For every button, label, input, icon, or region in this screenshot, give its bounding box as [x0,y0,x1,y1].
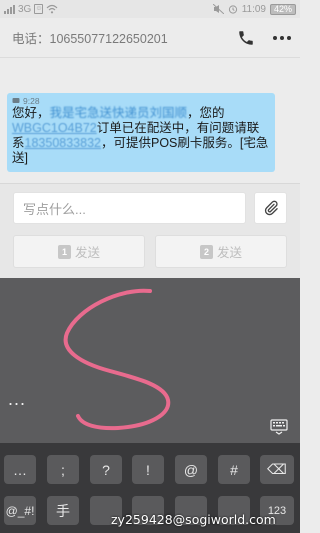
message-body: 您好，我是宅急送快递员刘国顺，您的WBGC1O4B72订单已在配送中，有问题请联… [12,106,270,166]
signal-icon [4,4,15,14]
keyboard-icon [270,419,288,435]
switch-keyboard-button[interactable] [270,419,288,440]
handwriting-pad[interactable]: ... [0,278,300,443]
key-ellipsis[interactable]: … [4,455,36,484]
more-options-button[interactable] [264,20,300,56]
message-text-part: 我是宅急送快递员刘国顺 [49,106,188,120]
message-bubble[interactable]: 9:28 您好，我是宅急送快递员刘国顺，您的WBGC1O4B72订单已在配送中，… [7,93,275,172]
status-bar: 3G ☺ 11:09 42% [0,0,300,18]
paperclip-icon [264,200,278,216]
battery-indicator: 42% [269,3,296,15]
composer: 写点什么... 1 发送 2 发送 [0,183,300,278]
clock: 11:09 [241,3,266,15]
message-time: 9:28 [23,95,40,106]
wifi-icon [46,4,58,14]
mute-icon [212,4,224,14]
key-backspace[interactable]: ⌫ [260,455,294,484]
conversation-header: 电话：10655077122650201 [0,18,300,58]
key-semicolon[interactable]: ; [47,455,79,484]
send-sim2-button[interactable]: 2 发送 [155,235,287,268]
key-at[interactable]: @ [175,455,207,484]
message-link[interactable]: WBGC1O4B72 [12,121,97,135]
watermark: zy259428@sogiworld.com [111,512,276,527]
input-placeholder: 写点什么... [23,201,86,217]
handwriting-stroke [63,288,171,431]
message-timestamp: 9:28 [12,95,270,106]
more-icon [273,35,291,40]
key-handwriting[interactable]: 手 [47,496,79,525]
key-symbols[interactable]: @_#! [4,496,36,525]
more-symbols-button[interactable]: ... [8,389,26,409]
message-text-part: 您好， [12,106,50,120]
message-list[interactable]: 9:28 您好，我是宅急送快递员刘国顺，您的WBGC1O4B72订单已在配送中，… [0,59,300,183]
call-button[interactable] [228,20,264,56]
network-type: 3G [18,3,32,15]
notification-icon: ☺ [34,4,44,14]
battery-level: 42% [273,4,292,14]
phone-icon [239,30,253,45]
send-sim2-label: 发送 [216,246,242,260]
contact-number: 电话：10655077122650201 [12,32,168,46]
key-question[interactable]: ? [90,455,122,484]
message-input[interactable]: 写点什么... [13,192,246,224]
sim2-icon: 2 [199,244,213,259]
alarm-icon [228,5,237,14]
sms-icon [12,97,20,103]
message-text-part: ，您的 [187,106,225,120]
send-sim1-label: 发送 [74,246,100,260]
phone-link[interactable]: 18350833832 [25,136,101,150]
key-hash[interactable]: # [218,455,250,484]
attach-button[interactable] [254,192,287,224]
sim1-icon: 1 [57,244,71,259]
send-sim1-button[interactable]: 1 发送 [13,235,145,268]
key-exclamation[interactable]: ! [132,455,164,484]
